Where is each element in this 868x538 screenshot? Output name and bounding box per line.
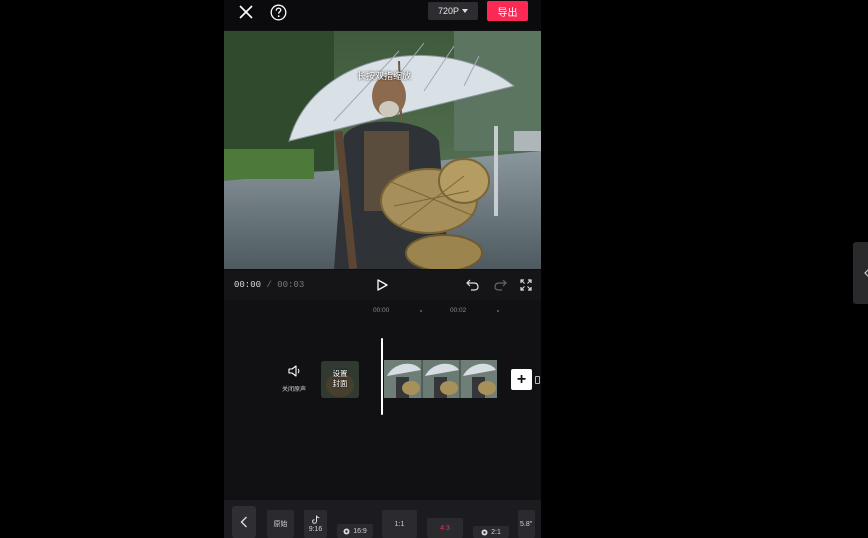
playhead[interactable] <box>381 338 383 415</box>
export-button[interactable]: 导出 <box>487 1 528 21</box>
clip-end-marker <box>535 376 540 384</box>
ratio-16-9[interactable]: 16:9 <box>337 524 373 538</box>
close-icon[interactable] <box>237 3 255 21</box>
caret-down-icon <box>462 9 469 13</box>
dot-icon <box>343 528 350 534</box>
side-drawer-handle[interactable] <box>853 242 868 304</box>
ruler-label: 00:02 <box>450 307 467 314</box>
aspect-ratio-tray: 原始 9:16 16:9 1:1 4:3 2:1 5.8" <box>224 500 541 538</box>
video-clip[interactable] <box>384 360 497 398</box>
ruler-label: 00:00 <box>373 307 390 314</box>
chevron-left-icon <box>864 269 868 277</box>
cover-label: 设置 封面 <box>332 369 348 388</box>
add-icon[interactable]: + <box>511 369 532 390</box>
tiktok-icon <box>311 515 319 524</box>
ratio-9-16[interactable]: 9:16 <box>304 510 327 538</box>
play-icon[interactable] <box>374 277 390 293</box>
time-separator: / <box>266 280 272 290</box>
ratio-5-8-inch[interactable]: 5.8" <box>518 510 535 538</box>
clip-thumbnails <box>384 360 497 398</box>
fullscreen-icon[interactable] <box>518 277 534 293</box>
current-time: 00:00 <box>234 280 262 290</box>
video-frame-image <box>224 31 541 269</box>
ruler-dot <box>497 310 499 312</box>
ratio-4-3[interactable]: 4:3 <box>427 518 463 538</box>
help-icon[interactable] <box>268 2 288 22</box>
ratio-1-1[interactable]: 1:1 <box>382 510 417 538</box>
video-preview[interactable]: 长按双指缩放 <box>224 31 541 269</box>
preview-caption: 长按双指缩放 <box>356 71 411 81</box>
ratio-2-1[interactable]: 2:1 <box>473 526 509 538</box>
duration-time: 00:03 <box>277 280 305 290</box>
redo-icon[interactable] <box>492 277 508 293</box>
resolution-label: 720P <box>437 6 460 16</box>
playback-controls: 00:00 / 00:03 <box>224 270 541 300</box>
ruler-dot <box>420 310 422 312</box>
set-cover-button[interactable]: 设置 封面 <box>321 361 359 398</box>
mute-label: 关闭原声 <box>281 387 306 393</box>
undo-icon[interactable] <box>464 277 480 293</box>
speaker-icon <box>287 365 299 377</box>
ratio-original[interactable]: 原始 <box>267 510 294 538</box>
mute-original-audio-button[interactable]: 关闭原声 <box>276 364 312 393</box>
back-button[interactable] <box>232 506 256 538</box>
timeline[interactable]: 00:00 00:02 关闭原声 设置 封面 + <box>224 300 541 500</box>
time-display: 00:00 / 00:03 <box>234 280 304 290</box>
top-toolbar: 720P 导出 <box>224 0 541 30</box>
resolution-button[interactable]: 720P <box>428 2 478 20</box>
dot-icon <box>481 529 488 535</box>
chevron-left-icon <box>240 516 247 528</box>
editor-screen: 720P 导出 长按双指缩放 00:00 / 00:03 00:00 00:02… <box>224 0 541 538</box>
